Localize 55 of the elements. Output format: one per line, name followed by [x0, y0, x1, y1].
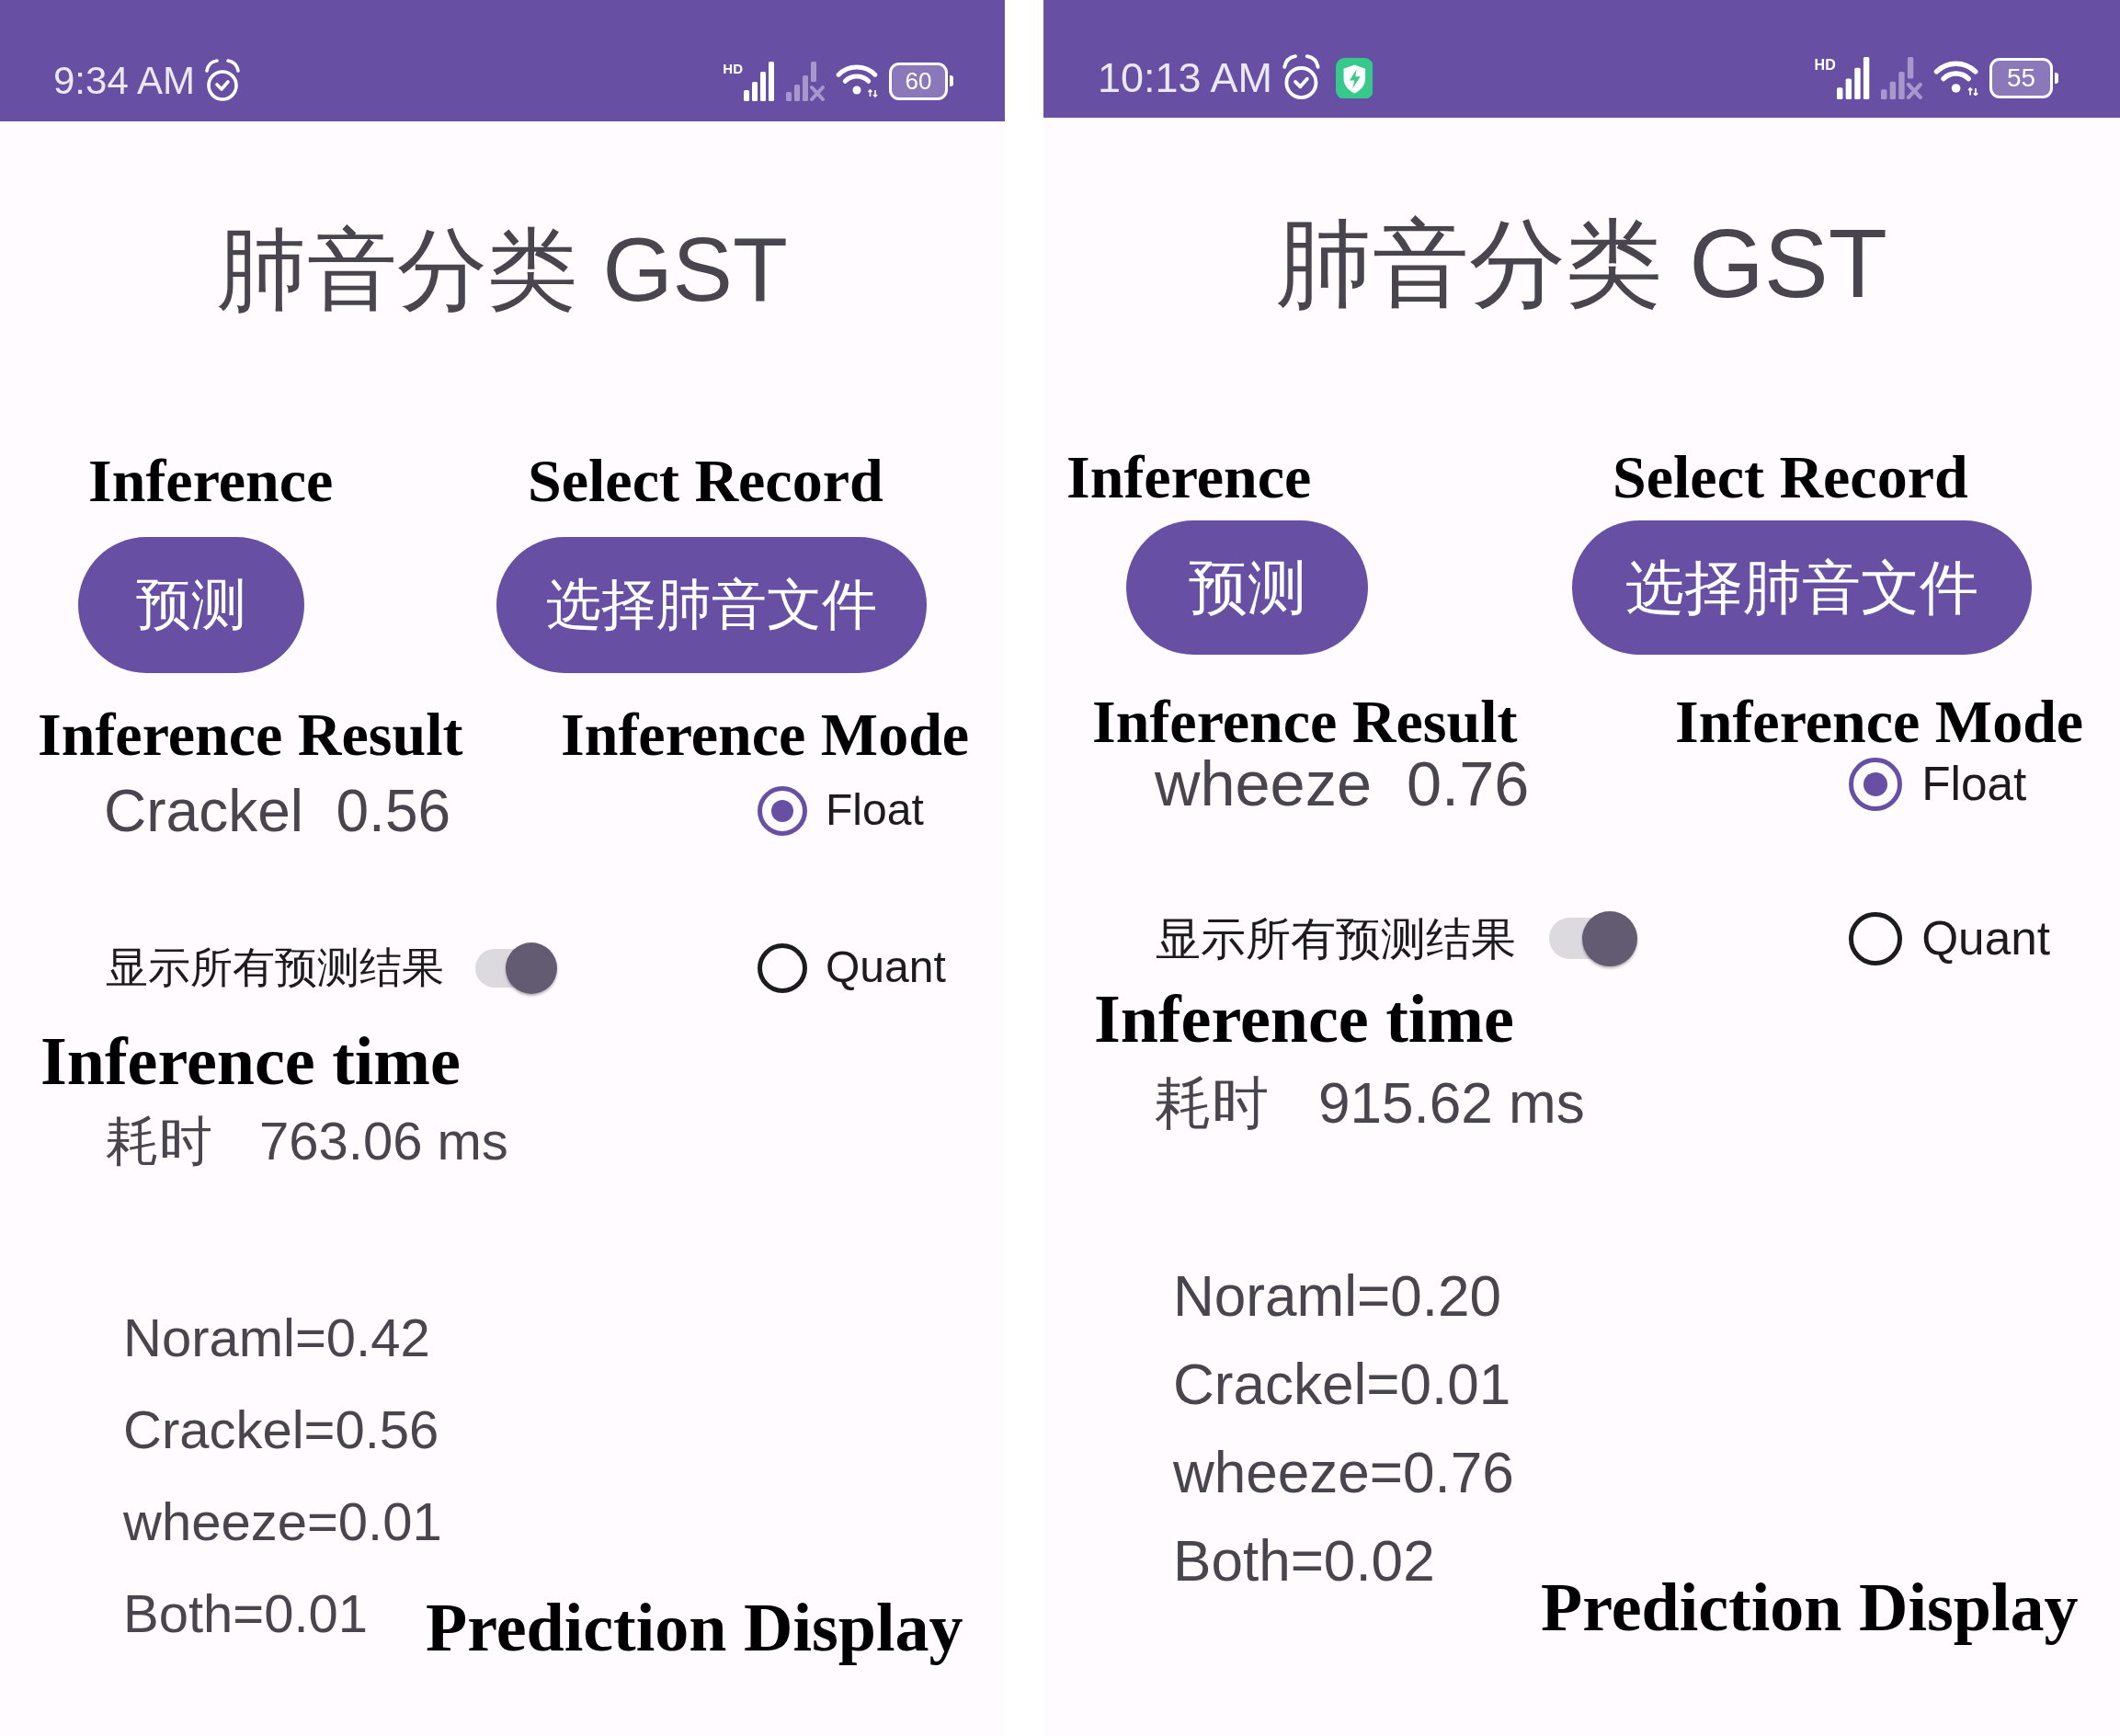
- prediction-line: Noraml=0.20: [1173, 1262, 1501, 1330]
- wifi-icon: [1933, 60, 1979, 97]
- annotation-label: Inference: [88, 450, 334, 511]
- prediction-line: Both=0.02: [1173, 1527, 1435, 1594]
- alarm-clock-icon: [1281, 54, 1321, 102]
- annotation-label: Inference Result: [38, 703, 463, 765]
- switch-label: 显示所有预测结果: [106, 942, 444, 993]
- annotation-label: Inference Mode: [561, 703, 970, 765]
- prediction-line: Both=0.01: [123, 1582, 369, 1646]
- radio-label: Quant: [826, 943, 946, 992]
- network-type-label: HD: [1814, 57, 1836, 73]
- radio-label: Float: [826, 786, 924, 835]
- radio-button[interactable]: [758, 942, 807, 993]
- annotation-label: Select Record: [1613, 447, 1968, 508]
- clock-time: 9:34 AM: [53, 62, 196, 100]
- radio-button[interactable]: [1849, 758, 1902, 812]
- no-signal-icon: [1881, 57, 1923, 99]
- signal-bars-icon: [744, 61, 775, 101]
- prediction-line: wheeze=0.01: [123, 1490, 442, 1554]
- annotation-label: Select Record: [528, 450, 883, 511]
- time-value: 915.62 ms: [1318, 1070, 1585, 1137]
- radio-button[interactable]: [1849, 911, 1902, 965]
- prediction-line: Crackel=0.56: [123, 1399, 439, 1462]
- battery-indicator: 55: [1989, 58, 2058, 98]
- switch-label: 显示所有预测结果: [1156, 912, 1516, 966]
- clock-time: 10:13 AM: [1098, 57, 1272, 99]
- annotation-label: Inference time: [40, 1026, 461, 1095]
- app-title: 肺音分类 GST: [216, 218, 789, 322]
- result-text: wheeze 0.76: [1155, 753, 1530, 817]
- annotation-label: Inference time: [1094, 985, 1514, 1054]
- alarm-clock-icon: [204, 59, 242, 103]
- annotation-label: Inference Mode: [1675, 691, 2084, 752]
- time-label: 耗时: [1155, 1070, 1269, 1137]
- prediction-line: Crackel=0.01: [1173, 1351, 1511, 1418]
- select-file-button[interactable]: 选择肺音文件: [1572, 520, 2032, 655]
- result-text: Crackel 0.56: [104, 781, 451, 840]
- signal-bars-icon: [1836, 57, 1871, 99]
- app-title: 肺音分类 GST: [1275, 209, 1888, 319]
- predict-button[interactable]: 预测: [1126, 520, 1369, 655]
- radio-label: Quant: [1921, 912, 2051, 965]
- no-signal-icon: [786, 61, 825, 101]
- annotation-label: Inference Result: [1092, 691, 1518, 752]
- radio-button[interactable]: [758, 785, 807, 836]
- predict-button[interactable]: 预测: [78, 536, 304, 673]
- time-value: 763.06 ms: [259, 1109, 508, 1172]
- network-type-label: HD: [723, 61, 743, 75]
- battery-indicator: 60: [889, 62, 953, 100]
- time-label: 耗时: [106, 1109, 212, 1172]
- shield-bolt-icon: [1335, 57, 1373, 99]
- prediction-line: Noraml=0.42: [123, 1307, 430, 1370]
- wifi-icon: [836, 64, 878, 97]
- prediction-line: wheeze=0.76: [1173, 1439, 1514, 1506]
- annotation-label: Inference: [1066, 447, 1312, 508]
- select-file-button[interactable]: 选择肺音文件: [496, 536, 927, 673]
- radio-label: Float: [1921, 759, 2027, 811]
